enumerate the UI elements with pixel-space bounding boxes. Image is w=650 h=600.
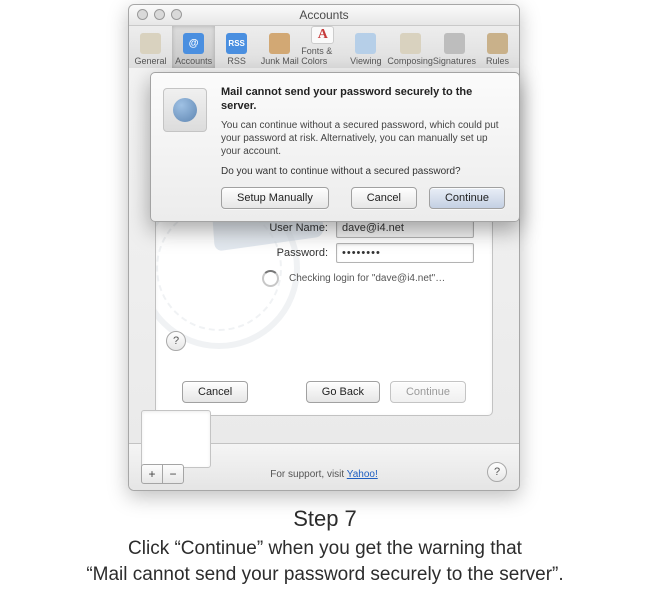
alert-buttons: Setup Manually Cancel Continue [221, 187, 505, 209]
toolbar-label: Signatures [433, 56, 476, 66]
password-label: Password: [248, 247, 328, 259]
minimize-icon[interactable] [154, 9, 165, 20]
toolbar-item-accounts[interactable]: @ Accounts [172, 26, 215, 68]
toolbar-label: Viewing [350, 56, 381, 66]
alert-body: You can continue without a secured passw… [221, 119, 505, 158]
accounts-list[interactable] [141, 410, 211, 468]
toolbar-item-viewing[interactable]: Viewing [344, 26, 387, 68]
username-label: User Name: [248, 222, 328, 234]
trash-icon [269, 33, 290, 54]
mail-stamp-icon [163, 88, 207, 132]
support-link[interactable]: Yahoo! [347, 469, 378, 480]
pencil-icon [400, 33, 421, 54]
toolbar-label: Composing [387, 56, 433, 66]
alert-continue-button[interactable]: Continue [429, 187, 505, 209]
switch-icon [140, 33, 161, 54]
eye-icon [355, 33, 376, 54]
continue-button: Continue [390, 381, 466, 403]
preferences-toolbar: General @ Accounts RSS RSS Junk Mail A Fonts & … [129, 26, 519, 69]
toolbar-item-general[interactable]: General [129, 26, 172, 68]
toolbar-item-rules[interactable]: Rules [476, 26, 519, 68]
alert-title: Mail cannot send your password securely … [221, 85, 505, 113]
toolbar-label: Rules [486, 56, 509, 66]
toolbar-label: RSS [227, 56, 246, 66]
password-field[interactable]: •••••••• [336, 243, 474, 263]
alert-app-icon [163, 88, 207, 132]
alert-cancel-button[interactable]: Cancel [351, 187, 417, 209]
toolbar-item-signatures[interactable]: Signatures [433, 26, 476, 68]
pen-icon [444, 33, 465, 54]
at-icon: @ [183, 33, 204, 54]
status-text: Checking login for "dave@i4.net"… [289, 273, 445, 284]
ruler-icon [487, 33, 508, 54]
toolbar-label: Junk Mail [261, 56, 299, 66]
instruction-caption: Step 7 Click “Continue” when you get the… [0, 506, 650, 588]
titlebar: Accounts [129, 5, 519, 26]
window-footer: + − For support, visit Yahoo! ? [129, 443, 519, 490]
step-heading: Step 7 [0, 506, 650, 532]
support-text: For support, visit Yahoo! [129, 469, 519, 480]
rss-icon: RSS [226, 33, 247, 54]
caption-line-1: Click “Continue” when you get the warnin… [128, 538, 522, 559]
toolbar-label: Accounts [175, 56, 212, 66]
toolbar-label: General [135, 56, 167, 66]
toolbar-item-composing[interactable]: Composing [387, 26, 433, 68]
cancel-button[interactable]: Cancel [182, 381, 248, 403]
close-icon[interactable] [137, 9, 148, 20]
footer-help-button[interactable]: ? [487, 462, 507, 482]
toolbar-item-rss[interactable]: RSS RSS [215, 26, 258, 68]
help-button[interactable]: ? [166, 331, 186, 351]
toolbar-item-junk-mail[interactable]: Junk Mail [258, 26, 301, 68]
traffic-lights [137, 9, 182, 20]
caption-line-2: “Mail cannot send your password securely… [86, 564, 563, 585]
go-back-button[interactable]: Go Back [306, 381, 380, 403]
status-row: Checking login for "dave@i4.net"… [262, 270, 445, 287]
alert-question: Do you want to continue without a secure… [221, 166, 505, 177]
setup-manually-button[interactable]: Setup Manually [221, 187, 329, 209]
password-warning-alert: Mail cannot send your password securely … [150, 72, 520, 222]
sheet-nav: Cancel Go Back Continue [156, 381, 492, 403]
toolbar-item-fonts-colors[interactable]: A Fonts & Colors [301, 26, 344, 68]
spinner-icon [262, 270, 279, 287]
password-row: Password: •••••••• [248, 242, 474, 264]
toolbar-label: Fonts & Colors [301, 46, 344, 66]
font-icon: A [311, 26, 334, 44]
zoom-icon[interactable] [171, 9, 182, 20]
window-title: Accounts [299, 8, 348, 22]
